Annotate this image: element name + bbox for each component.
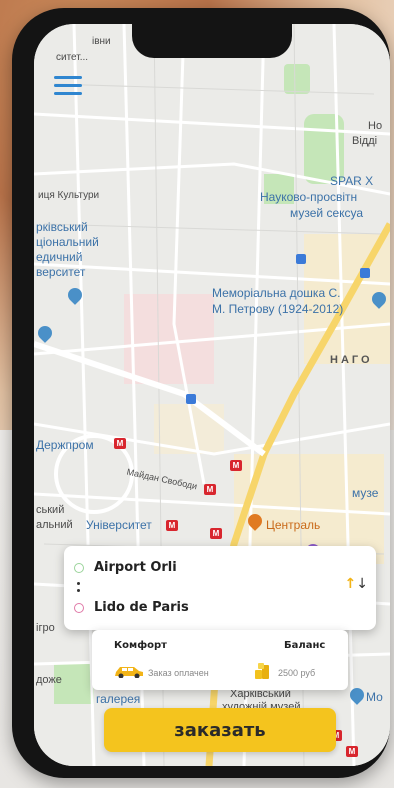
map-label: едичний <box>36 250 83 264</box>
phone-frame: івни ситет... иця Культури рківський ціо… <box>12 8 390 778</box>
coins-icon <box>255 663 269 679</box>
map-label: доже <box>36 674 62 686</box>
balance-title: Баланс <box>284 640 326 651</box>
payment-status-text: Заказ оплачен <box>148 668 209 678</box>
bus-stop-icon[interactable] <box>360 268 370 278</box>
route-from-text[interactable]: Airport Orli <box>94 560 177 575</box>
map-label: Відді <box>352 135 378 147</box>
phone-notch <box>132 24 292 58</box>
map-label: Науково-просвітн <box>260 190 358 204</box>
route-from-row[interactable]: Airport Orli <box>74 560 177 575</box>
map-label: музе <box>352 486 379 500</box>
map-label: галерея <box>96 692 141 706</box>
taxi-car-icon[interactable] <box>114 664 144 678</box>
metro-icon[interactable]: M <box>204 484 216 495</box>
metro-icon[interactable]: M <box>114 438 126 449</box>
tariff-class-title[interactable]: Комфорт <box>114 640 167 651</box>
destination-dot-icon <box>74 602 84 613</box>
map-label: НАГО <box>330 354 373 366</box>
metro-icon[interactable]: M <box>210 528 222 539</box>
map-label: Меморіальна дошка С. <box>212 286 341 300</box>
map-label: Централь <box>266 518 321 532</box>
map-label: ціональний <box>36 235 99 249</box>
route-to-row[interactable]: Lido de Paris <box>74 600 189 615</box>
map-label: иця Культури <box>38 190 100 201</box>
metro-icon[interactable]: M <box>346 746 358 757</box>
map-label: івни <box>92 36 111 47</box>
map-label: Но <box>368 120 383 132</box>
map-label: ігро <box>36 622 55 634</box>
origin-dot-icon <box>74 562 84 573</box>
route-to-text[interactable]: Lido de Paris <box>94 600 189 615</box>
order-button[interactable]: заказать <box>104 708 336 752</box>
map-label: ситет... <box>56 52 89 63</box>
map-label: Університет <box>86 518 152 532</box>
phone-screen: івни ситет... иця Культури рківський ціо… <box>34 24 390 766</box>
hamburger-menu-icon[interactable] <box>54 76 82 98</box>
map-label: Держпром <box>36 438 94 452</box>
map-label: Мо <box>366 690 383 704</box>
metro-icon[interactable]: M <box>166 520 178 531</box>
metro-icon[interactable]: M <box>230 460 242 471</box>
map-label: музей сексуа <box>290 206 364 220</box>
tariff-card: Комфорт Баланс Заказ оплачен 2500 руб <box>92 630 348 690</box>
bus-stop-icon[interactable] <box>296 254 306 264</box>
map-label: альний <box>36 519 73 531</box>
balance-value: 2500 руб <box>278 668 316 678</box>
route-card: Airport Orli Lido de Paris ↑↓ <box>64 546 376 630</box>
map-label: SPAR X <box>330 174 374 188</box>
map-label: М. Петрову (1924-2012) <box>212 302 344 316</box>
map-label: рківський <box>36 220 88 234</box>
swap-arrows-icon[interactable]: ↑↓ <box>345 576 368 592</box>
map-label: верситет <box>36 265 86 279</box>
map-label: ський <box>36 504 65 516</box>
bus-stop-icon[interactable] <box>186 394 196 404</box>
route-connector <box>77 582 80 596</box>
